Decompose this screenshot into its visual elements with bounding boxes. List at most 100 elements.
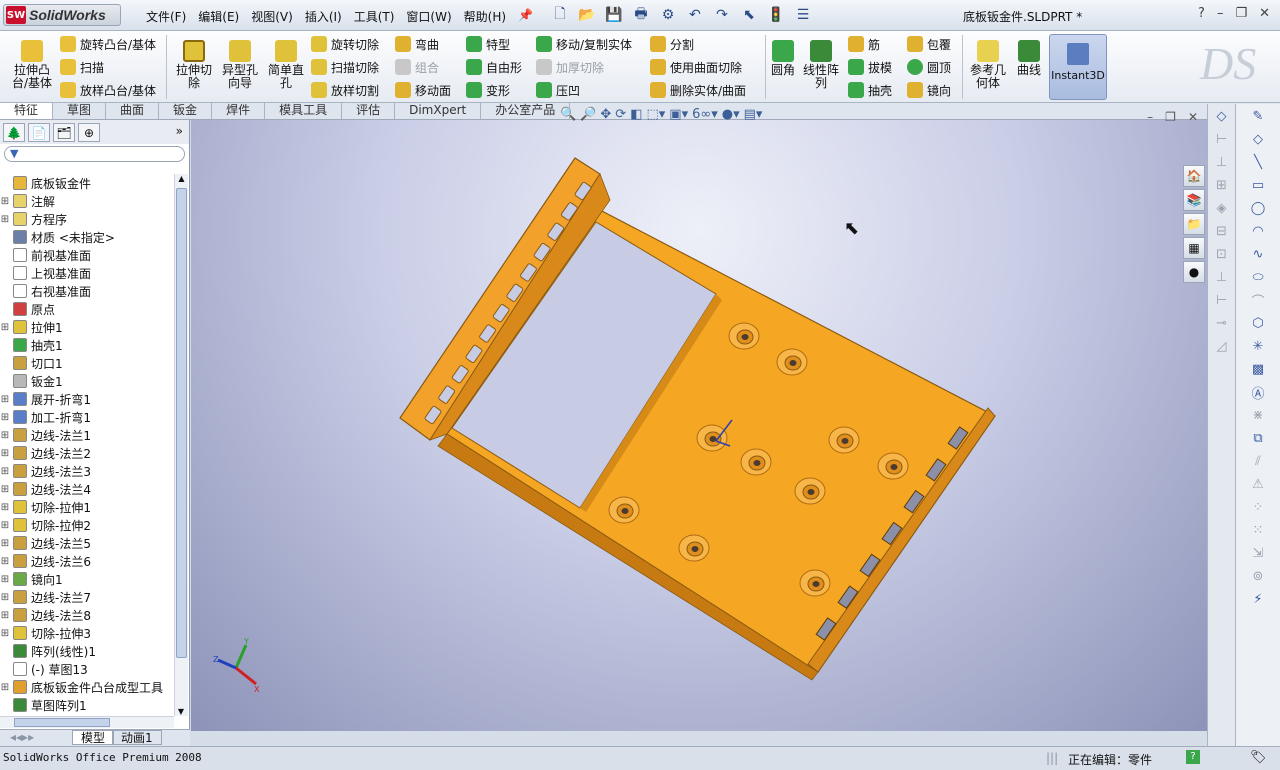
freeform-button[interactable]: 自由形	[466, 57, 522, 77]
tree-node[interactable]: ⊞ 展开-折弯1	[0, 390, 174, 408]
wrap-button[interactable]: 包覆	[907, 34, 951, 54]
fillet-sketch-icon[interactable]: ⌒	[1247, 289, 1269, 311]
expand-icon[interactable]: ⊞	[0, 556, 10, 567]
viewport-restore-icon[interactable]: ❐	[1165, 110, 1176, 124]
options-icon[interactable]: ⚙	[656, 4, 680, 26]
loft-boss-button[interactable]: 放样凸台/基体	[60, 80, 156, 100]
section-view-icon[interactable]: ◧	[630, 107, 642, 122]
mirror-entities-icon[interactable]: ⚠	[1247, 473, 1269, 495]
save-icon[interactable]: 💾	[602, 4, 626, 26]
hole-wizard-button[interactable]: 异型孔 向导	[218, 37, 262, 90]
dome-button[interactable]: 圆顶	[907, 57, 951, 77]
menu-view[interactable]: 视图(V)	[245, 6, 299, 27]
expand-icon[interactable]: ⊞	[0, 466, 10, 477]
tree-node[interactable]: 切口1	[0, 354, 174, 372]
property-manager-tab-icon[interactable]: 📄	[28, 123, 50, 142]
menu-edit[interactable]: 编辑(E)	[192, 6, 245, 27]
filter-input[interactable]: ▼	[4, 146, 185, 162]
tree-node[interactable]: ⊞ 边线-法兰2	[0, 444, 174, 462]
flex-button[interactable]: 弯曲	[395, 34, 439, 54]
rectangle-icon[interactable]: ▭	[1247, 174, 1269, 196]
feature-manager-tab-icon[interactable]: 🌲	[3, 123, 25, 142]
combine-button[interactable]: 组合	[395, 57, 439, 77]
expand-icon[interactable]: ⊞	[0, 430, 10, 441]
tree-node[interactable]: ⊞ 切除-拉伸3	[0, 624, 174, 642]
tree-node[interactable]: ⊞ 注解	[0, 192, 174, 210]
trim-icon[interactable]: ⋇	[1247, 404, 1269, 426]
revolve-cut-button[interactable]: 旋转切除	[311, 34, 379, 54]
print-icon[interactable]: 🖶	[629, 4, 653, 26]
solidworks-resources-icon[interactable]: 🏠	[1183, 165, 1205, 187]
tab-nav-arrows-icon[interactable]: ◂◂▸▸	[2, 730, 42, 745]
tab-model[interactable]: 模型	[72, 730, 115, 745]
circular-sketch-pattern-icon[interactable]: ⁙	[1247, 519, 1269, 541]
help-icon[interactable]: ?	[1198, 6, 1205, 21]
repair-sketch-icon[interactable]: ◿	[1211, 335, 1233, 357]
expand-pane-icon[interactable]: »	[176, 124, 183, 138]
pin-icon[interactable]: 📌	[512, 6, 539, 27]
dimxpert-manager-tab-icon[interactable]: ⊕	[78, 123, 100, 142]
expand-icon[interactable]: ⊞	[0, 448, 10, 459]
expand-icon[interactable]: ⊞	[0, 484, 10, 495]
rotate-icon[interactable]: ⟳	[615, 107, 626, 122]
deform-button[interactable]: 变形	[466, 80, 510, 100]
ordinate-dimension-icon[interactable]: ⊟	[1211, 220, 1233, 242]
simple-hole-button[interactable]: 简单直 孔	[264, 37, 308, 90]
linear-sketch-pattern-icon[interactable]: ⁘	[1247, 496, 1269, 518]
tree-node[interactable]: ⊞ 边线-法兰6	[0, 552, 174, 570]
design-library-icon[interactable]: 📚	[1183, 189, 1205, 211]
display-style-icon[interactable]: ▣▾	[669, 107, 688, 122]
tree-node[interactable]: (-) 草图13	[0, 660, 174, 678]
tree-node[interactable]: ⊞ 边线-法兰7	[0, 588, 174, 606]
polygon-icon[interactable]: ⬡	[1247, 312, 1269, 334]
expand-icon[interactable]: ⊞	[0, 412, 10, 423]
vertical-dimension-icon[interactable]: ⊥	[1211, 151, 1233, 173]
sweep-button[interactable]: 扫描	[60, 57, 104, 77]
expand-icon[interactable]: ⊞	[0, 682, 10, 693]
feature-shape-button[interactable]: 特型	[466, 34, 510, 54]
tab-animation[interactable]: 动画1	[112, 730, 162, 745]
tree-node[interactable]: ⊞ 底板钣金件凸台成型工具	[0, 678, 174, 696]
restore-icon[interactable]: ❐	[1235, 6, 1247, 21]
undo-icon[interactable]: ↶	[683, 4, 707, 26]
delete-body-button[interactable]: 删除实体/曲面	[650, 80, 746, 100]
zoom-to-area-icon[interactable]: 🔎	[580, 107, 596, 122]
tree-node[interactable]: 抽壳1	[0, 336, 174, 354]
extrude-boss-button[interactable]: 拉伸凸 台/基体	[8, 37, 56, 90]
tab-office-products[interactable]: 办公室产品	[481, 103, 571, 119]
tab-sheet-metal[interactable]: 钣金	[159, 103, 213, 119]
mirror-button[interactable]: 镜向	[907, 80, 951, 100]
sketch-icon[interactable]: ✎	[1247, 105, 1269, 127]
tree-node[interactable]: ⊞ 方程序	[0, 210, 174, 228]
menu-file[interactable]: 文件(F)	[140, 6, 192, 27]
circle-icon[interactable]: ◯	[1247, 197, 1269, 219]
expand-icon[interactable]: ⊞	[0, 538, 10, 549]
view-palette-icon[interactable]: ▦	[1183, 237, 1205, 259]
tree-vertical-scrollbar[interactable]: ▲ ▼	[174, 174, 188, 716]
tree-node[interactable]: ⊞ 切除-拉伸2	[0, 516, 174, 534]
tree-node[interactable]: ⊞ 镜向1	[0, 570, 174, 588]
tree-node[interactable]: ⊞ 边线-法兰8	[0, 606, 174, 624]
tree-node[interactable]: ⊞ 切除-拉伸1	[0, 498, 174, 516]
tab-evaluate[interactable]: 评估	[342, 103, 396, 119]
text-sketch-icon[interactable]: Ⓐ	[1247, 381, 1269, 403]
tree-node[interactable]: ⊞ 边线-法兰5	[0, 534, 174, 552]
expand-icon[interactable]: ⊞	[0, 610, 10, 621]
scroll-up-icon[interactable]: ▲	[175, 174, 188, 183]
h-scroll-thumb[interactable]	[14, 718, 110, 727]
tree-node[interactable]: ⊞ 拉伸1	[0, 318, 174, 336]
tree-node[interactable]: 底板钣金件	[0, 174, 174, 192]
surface-cut-button[interactable]: 使用曲面切除	[650, 57, 742, 77]
expand-icon[interactable]: ⊞	[0, 574, 10, 585]
rebuild-icon[interactable]: 🚦	[764, 4, 788, 26]
tree-node[interactable]: 材质 <未指定>	[0, 228, 174, 246]
linear-pattern-button[interactable]: 线性阵 列	[801, 37, 841, 90]
tree-node[interactable]: 前视基准面	[0, 246, 174, 264]
horizontal-dimension-icon[interactable]: ⊢	[1211, 128, 1233, 150]
curves-button[interactable]: 曲线	[1012, 37, 1046, 77]
tree-node[interactable]: ⊞ 加工-折弯1	[0, 408, 174, 426]
shell-button[interactable]: 抽壳	[848, 80, 892, 100]
pan-icon[interactable]: ✥	[600, 107, 611, 122]
zoom-to-fit-icon[interactable]: 🔍	[560, 107, 576, 122]
tree-node[interactable]: 草图阵列1	[0, 696, 174, 714]
